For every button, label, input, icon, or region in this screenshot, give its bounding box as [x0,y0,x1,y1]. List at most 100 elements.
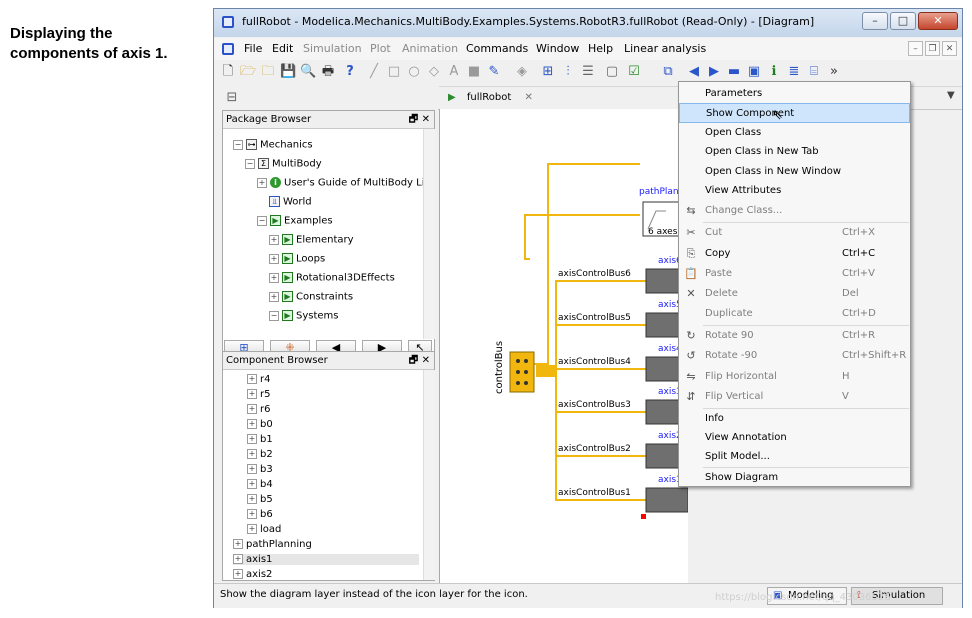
snap-icon[interactable]: ⫶ [560,64,576,80]
mdi-minimize-icon[interactable]: – [908,41,923,56]
component-item[interactable]: + r6 [247,404,270,415]
menu-file[interactable]: File [244,42,262,55]
component-item[interactable]: + axis2 [233,569,272,580]
grid-icon[interactable]: ⊞ [540,64,556,80]
ctx-rotate-90[interactable]: ↻ Rotate 90 Ctrl+R [679,326,910,346]
tree-item-systems[interactable]: − ▶ Systems [269,310,339,322]
fill-color-icon[interactable]: ◈ [514,64,530,80]
text-layer-icon[interactable]: ≣ [786,64,802,80]
component-item-selected[interactable]: + axis1 [233,554,419,565]
menu-window[interactable]: Window [536,42,579,55]
used-classes-icon[interactable]: ⌸ [806,64,822,80]
search-icon[interactable]: 🔍 [300,64,316,80]
polygon-tool-icon[interactable]: ◇ [426,64,442,80]
instance-icon[interactable]: ⧉ [660,64,676,80]
ellipse-tool-icon[interactable]: ○ [406,64,422,80]
line-tool-icon[interactable]: ╱ [366,64,382,80]
ctx-view-attributes[interactable]: View Attributes [679,181,910,201]
ctx-show-diagram[interactable]: Show Diagram [679,468,910,488]
ctx-change-class[interactable]: ⇆ Change Class... [679,201,910,221]
tree-item-elementary[interactable]: + ▶ Elementary [269,234,354,246]
component-item[interactable]: + b3 [247,464,273,475]
diagram-layer-icon[interactable]: ▣ [746,64,762,80]
close-button[interactable]: ✕ [918,12,958,30]
title-bar: fullRobot - Modelica.Mechanics.MultiBody… [214,9,962,37]
tree-item-users-guide[interactable]: + i User's Guide of MultiBody Li... [257,177,434,189]
line-color-icon[interactable]: ✎ [486,64,502,80]
ctx-duplicate[interactable]: Duplicate Ctrl+D [679,304,910,324]
save-icon[interactable]: 💾 [280,64,296,80]
menu-animation[interactable]: Animation [402,42,458,55]
component-item[interactable]: + r4 [247,374,270,385]
tree-item-world[interactable]: ⫫ World [269,196,312,208]
ctx-open-class-new-tab[interactable]: Open Class in New Tab [679,142,910,162]
component-browser-controls[interactable]: 🗗 ✕ [409,352,430,370]
library-window-icon[interactable]: ⊟ [224,90,240,106]
component-item[interactable]: + b4 [247,479,273,490]
tree-item-examples[interactable]: − ▶ Examples [257,215,333,227]
component-item[interactable]: + b1 [247,434,273,445]
tree-item-rotational3deffects[interactable]: + ▶ Rotational3DEffects [269,272,395,284]
menu-commands[interactable]: Commands [466,42,528,55]
ctx-parameters[interactable]: Parameters [679,84,910,104]
open-folder-icon[interactable]: 🗀 [260,64,276,80]
menu-linear-analysis[interactable]: Linear analysis [624,42,706,55]
ctx-info[interactable]: Info [679,409,910,429]
back-arrow-icon[interactable]: ◀ [686,64,702,80]
minimize-button[interactable]: – [862,12,888,30]
component-browser-header: Component Browser 🗗 ✕ [223,352,434,370]
menu-edit[interactable]: Edit [272,42,293,55]
ctx-open-class[interactable]: Open Class [679,123,910,143]
forward-arrow-icon[interactable]: ▶ [706,64,722,80]
ctx-paste[interactable]: 📋 Paste Ctrl+V [679,264,910,284]
tab-dropdown-icon[interactable]: ▼ [947,90,955,101]
print-icon[interactable]: 🖶 [320,64,336,80]
ctx-flip-horizontal[interactable]: ⇋ Flip Horizontal H [679,367,910,387]
toolbar-overflow-icon[interactable]: » [826,64,842,80]
ctx-open-class-new-window[interactable]: Open Class in New Window [679,162,910,182]
rectangle-tool-icon[interactable]: □ [386,64,402,80]
tree-item-constraints[interactable]: + ▶ Constraints [269,291,353,303]
diagram-canvas[interactable]: pathPlann 6 axes controlBus axisControlB… [439,109,689,583]
component-item[interactable]: + r5 [247,389,270,400]
component-item[interactable]: + b2 [247,449,273,460]
menu-simulation[interactable]: Simulation [303,42,362,55]
tab-fullrobot[interactable]: ▶ fullRobot ✕ [448,90,534,106]
component-item[interactable]: + b0 [247,419,273,430]
frame-icon[interactable]: ▢ [604,64,620,80]
app-window: fullRobot - Modelica.Mechanics.MultiBody… [213,8,963,608]
ctx-flip-vertical[interactable]: ⇵ Flip Vertical V [679,387,910,407]
ctx-rotate-minus-90[interactable]: ↺ Rotate -90 Ctrl+Shift+R [679,346,910,366]
menu-plot[interactable]: Plot [370,42,391,55]
tree-item-mechanics[interactable]: − ⊶ Mechanics [233,139,313,151]
ctx-view-annotation[interactable]: View Annotation [679,428,910,448]
ctx-delete[interactable]: ✕ Delete Del [679,284,910,304]
component-browser-scrollbar[interactable] [423,370,435,580]
new-icon[interactable]: 🗋 [220,64,236,80]
ctx-copy[interactable]: ⎘ Copy Ctrl+C [679,244,910,264]
bitmap-tool-icon[interactable]: ■ [466,64,482,80]
mdi-close-icon[interactable]: ✕ [942,41,957,56]
mdi-restore-icon[interactable]: ❐ [925,41,940,56]
maximize-button[interactable]: □ [890,12,916,30]
tab-close-icon[interactable]: ✕ [525,92,533,103]
component-item[interactable]: + b5 [247,494,273,505]
ctx-split-model[interactable]: Split Model... [679,447,910,467]
align-icon[interactable]: ☰ [580,64,596,80]
component-item[interactable]: + load [247,524,281,535]
icon-layer-icon[interactable]: ▬ [726,64,742,80]
package-browser-scrollbar[interactable] [423,129,435,339]
open-icon[interactable]: 🗁 [240,64,256,80]
menu-help[interactable]: Help [588,42,613,55]
package-browser-controls[interactable]: 🗗 ✕ [409,111,430,129]
ctx-show-component[interactable]: Show Component ⇖ [679,103,910,123]
tree-item-multibody[interactable]: − Σ MultiBody [245,158,322,170]
component-item[interactable]: + pathPlanning [233,539,312,550]
documentation-layer-icon[interactable]: ℹ [766,64,782,80]
tree-item-loops[interactable]: + ▶ Loops [269,253,325,265]
help-icon[interactable]: ? [342,64,358,80]
ctx-cut[interactable]: ✂ Cut Ctrl+X [679,223,910,243]
text-tool-icon[interactable]: A [446,64,462,80]
component-item[interactable]: + b6 [247,509,273,520]
check-icon[interactable]: ☑ [626,64,642,80]
